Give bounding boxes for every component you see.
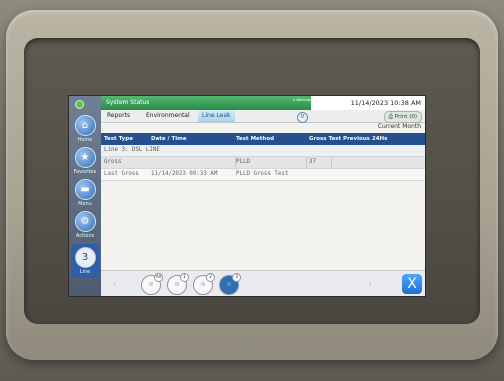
line-number: 3 [74,247,96,268]
tab-line-leak[interactable]: Line Leak [198,110,235,122]
table-row[interactable]: Line 3: DSL LINE [101,145,425,157]
row-group-label: Line 3: DSL LINE [104,147,160,153]
bottom-bar: ‹ ☉ All ☉ 1 ☉ 2 ☉ 3 › X [101,270,425,296]
nav-line-label: Line [79,269,91,275]
filter-badge: 3 [232,273,241,282]
left-nav: ⌂ Home ★ Favorites ▬ Menu ⚙ Actions 3 Li… [69,96,101,296]
filter-3-button[interactable]: ☉ 3 [219,273,241,295]
nav-favorites[interactable]: ★ Favorites [71,147,99,175]
filter-badge: 1 [180,273,189,282]
column-divider [306,157,307,168]
nav-favorites-label: Favorites [73,169,97,175]
date-time: 11/14/2023 10:38 AM [350,99,421,107]
col-test-method: Test Method [236,136,275,142]
col-gross-test: Gross Test Previous 24Hs [309,136,388,142]
tab-environmental[interactable]: Environmental [146,110,190,122]
printer-icon: ⎙ [388,114,394,120]
cell-result: 37 [309,159,316,165]
close-button[interactable]: X [402,274,422,294]
filter-1-button[interactable]: ☉ 1 [167,273,189,295]
print-label: Print (0) [394,114,417,120]
system-status[interactable]: System Status [101,96,311,110]
table-row[interactable]: Gross PLLD 37 [101,157,425,169]
gauge-icon: ☉ [226,282,232,288]
filter-badge: 2 [206,273,215,282]
tab-count-badge[interactable]: 0 [297,112,308,123]
actions-icon: ⚙ [74,211,96,232]
col-test-type: Test Type [104,136,133,142]
scroll-left-icon[interactable]: ‹ [113,280,116,288]
print-button[interactable]: ⎙ Print (0) [383,111,422,123]
cell-test-method: PLLD Gross Test [236,171,289,177]
system-status-title: System Status [106,99,150,106]
star-icon: ★ [74,147,96,168]
tab-reports[interactable]: Reports [107,110,130,122]
column-divider [331,157,332,168]
filter-all-button[interactable]: ☉ All [141,273,163,295]
col-date-time: Date / Time [151,136,187,142]
alarm-summary[interactable]: 0 Warnings 0 Alarms [293,98,329,103]
nav-line[interactable]: 3 Line [71,244,99,278]
nav-actions[interactable]: ⚙ Actions [71,211,99,239]
gauge-icon: ☉ [200,282,206,288]
cell-date-time: 11/14/2023 09:33 AM [151,171,218,177]
cell-test-type: Gross [104,159,122,165]
nav-home-label: Home [77,137,93,143]
menu-icon: ▬ [74,179,96,200]
home-icon: ⌂ [74,115,96,136]
table-row[interactable]: Last Gross 11/14/2023 09:33 AM PLLD Gros… [101,169,425,181]
cell-test-type: Last Gross [104,171,139,177]
gauge-icon: ☉ [148,282,154,288]
nav-menu[interactable]: ▬ Menu [71,179,99,207]
period-label: Current Month [377,123,421,130]
tabs-bar: Reports Environmental Line Leak 0 ⎙ Prin… [101,110,425,123]
line-leak-table: Test Type Date / Time Test Method Gross … [101,133,425,181]
column-divider [235,157,236,168]
filter-2-button[interactable]: ☉ 2 [193,273,215,295]
nav-home[interactable]: ⌂ Home [71,115,99,143]
table-header: Test Type Date / Time Test Method Gross … [101,133,425,145]
power-indicator [75,100,84,109]
top-bar: System Status 0 Warnings 0 Alarms 11/14/… [101,96,425,110]
nav-menu-label: Menu [78,201,92,207]
scroll-right-icon[interactable]: › [369,280,372,288]
touch-screen: ⌂ Home ★ Favorites ▬ Menu ⚙ Actions 3 Li… [68,95,426,297]
gauge-icon: ☉ [174,282,180,288]
cell-test-method: PLLD [236,159,250,165]
nav-actions-label: Actions [75,233,95,239]
filter-badge: All [154,273,163,282]
